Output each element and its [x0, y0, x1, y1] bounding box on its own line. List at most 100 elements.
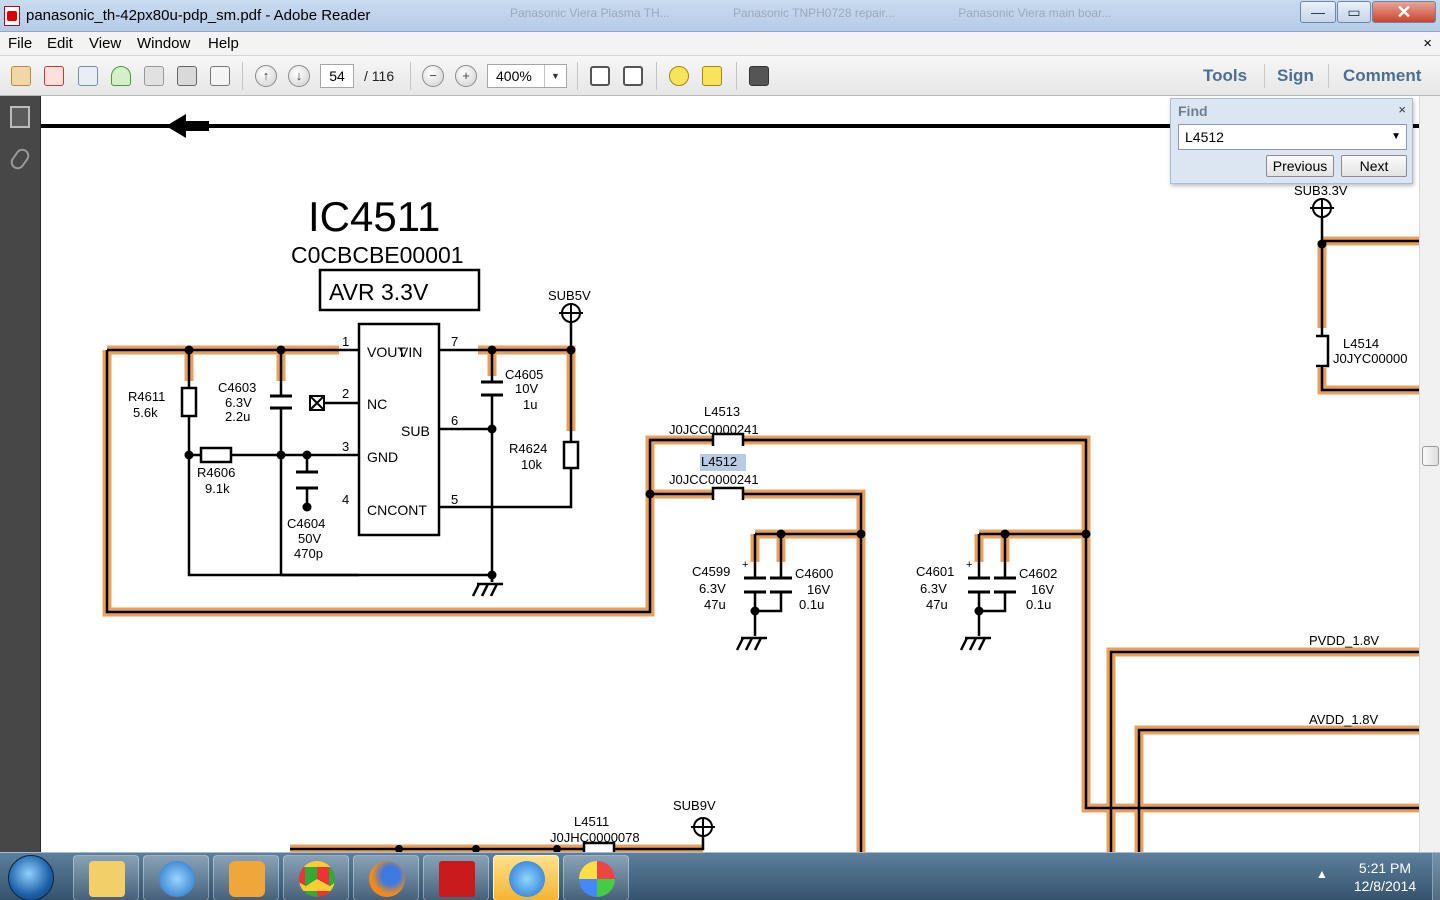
c4599-polarity: + — [742, 559, 749, 571]
adobe-reader-window: panasonic_th-42px80u-pdp_sm.pdf - Adobe … — [0, 0, 1440, 900]
sticky-note-icon[interactable] — [669, 66, 689, 86]
find-panel-title: Find — [1178, 103, 1208, 119]
taskbar-chrome[interactable] — [283, 855, 349, 900]
clock-date: 12/8/2014 — [1353, 878, 1417, 894]
scrollbar-thumb[interactable] — [1422, 446, 1439, 466]
chrome-icon — [299, 861, 335, 897]
net-label-sub3v3: SUB3.3V — [1294, 183, 1348, 198]
sign-pane-button[interactable]: Sign — [1277, 66, 1314, 86]
start-button-icon[interactable] — [8, 855, 54, 900]
minimize-button[interactable]: — — [1300, 1, 1336, 23]
attachments-paperclip-icon[interactable] — [7, 145, 33, 173]
paint-palette-icon — [579, 861, 615, 897]
r4606-symbol — [199, 446, 233, 464]
c4602-symbol — [994, 576, 1016, 594]
vertical-scrollbar[interactable] — [1419, 96, 1440, 852]
find-next-button[interactable]: Next — [1341, 155, 1407, 177]
maximize-button[interactable]: ▭ — [1337, 1, 1371, 23]
c4603-symbol — [270, 394, 292, 410]
taskbar-explorer[interactable] — [73, 855, 139, 900]
c4603-name: C4603 — [218, 380, 257, 395]
edit-pdf-icon[interactable] — [78, 66, 98, 86]
adobe-reader-icon — [439, 861, 475, 897]
tools-pane-button[interactable]: Tools — [1203, 66, 1247, 86]
next-page-button[interactable]: ↓ — [288, 65, 310, 87]
r4611-name: R4611 — [128, 389, 166, 404]
net-label-sub9v: SUB9V — [673, 798, 716, 813]
ghost-tab: Panasonic TNPH0728 repair... — [732, 6, 895, 20]
pin-label-sub: SUB — [401, 423, 430, 439]
sub9v-cross — [691, 818, 715, 836]
c4604-symbol — [296, 470, 318, 490]
taskbar-internet-explorer[interactable] — [143, 855, 209, 900]
menu-edit[interactable]: Edit — [47, 35, 73, 52]
trace-avdd — [1134, 725, 1419, 852]
taskbar-media-player[interactable] — [213, 855, 279, 900]
chevron-down-icon[interactable]: ▼ — [1391, 125, 1401, 149]
pin-number: 1 — [342, 334, 350, 349]
taskbar-adobe-reader[interactable] — [423, 855, 489, 900]
page-number-input[interactable]: 54 — [320, 64, 354, 88]
c4599-name: C4599 — [692, 564, 731, 579]
create-pdf-icon[interactable] — [44, 66, 64, 86]
taskbar-firefox[interactable] — [353, 855, 419, 900]
wire-avdd — [1137, 728, 1419, 852]
toolbar-divider — [736, 62, 737, 90]
previous-page-button[interactable]: ↑ — [255, 65, 277, 87]
close-icon[interactable]: × — [1398, 102, 1406, 117]
c4602-name: C4602 — [1019, 566, 1058, 581]
find-input[interactable]: L4512 ▼ — [1178, 124, 1407, 150]
show-desktop-button[interactable] — [1432, 853, 1440, 900]
wire-ground-bus — [279, 573, 492, 577]
fit-page-icon[interactable] — [623, 66, 643, 86]
folder-icon — [89, 861, 125, 897]
upload-cloud-icon[interactable] — [111, 66, 131, 86]
find-previous-button[interactable]: Previous — [1266, 155, 1334, 177]
full-screen-icon[interactable] — [749, 66, 769, 86]
trace-c4599-c4600 — [750, 529, 861, 562]
pin-number: 2 — [342, 386, 350, 401]
comment-pane-button[interactable]: Comment — [1343, 66, 1421, 86]
toolbar-divider — [242, 62, 243, 90]
taskbar-paint[interactable] — [563, 855, 629, 900]
save-icon[interactable] — [144, 66, 164, 86]
show-hidden-icons[interactable]: ▲ — [1316, 867, 1328, 881]
net-label-avdd: AVDD_1.8V — [1309, 712, 1379, 727]
menu-help[interactable]: Help — [208, 35, 239, 52]
l4512-symbol — [711, 486, 745, 500]
menu-view[interactable]: View — [89, 35, 121, 52]
close-document-icon[interactable]: × — [1423, 35, 1432, 52]
r4624-name: R4624 — [509, 441, 548, 456]
inductor-symbols — [582, 334, 1330, 852]
close-window-button[interactable]: ✕ — [1372, 1, 1436, 23]
l4511-part: J0JHC0000078 — [550, 830, 640, 845]
highlight-text-icon[interactable] — [702, 66, 722, 86]
c4601-symbol — [968, 576, 990, 594]
menu-file[interactable]: File — [8, 35, 32, 52]
zoom-out-button[interactable]: − — [422, 65, 444, 87]
c4604-value: 470p — [294, 546, 323, 561]
fit-width-icon[interactable] — [590, 66, 610, 86]
email-icon[interactable] — [210, 66, 230, 86]
chevron-down-icon[interactable]: ▼ — [544, 65, 566, 87]
zoom-level-select[interactable]: 400% ▼ — [487, 64, 567, 88]
page-thumbnails-icon[interactable] — [10, 106, 30, 128]
system-clock[interactable]: 5:21 PM 12/8/2014 — [1340, 859, 1430, 895]
document-view[interactable]: IC4511 C0CBCBE00001 AVR 3.3V VOUT VIN NC… — [41, 96, 1419, 852]
c4605-value: 1u — [523, 397, 538, 412]
taskbar-itunes[interactable] — [493, 855, 559, 900]
r4611-symbol — [180, 386, 198, 418]
media-player-icon — [229, 861, 265, 897]
toolbar-divider — [577, 62, 578, 90]
ghost-tab: Panasonic Viera main boar... — [958, 6, 1112, 20]
pin-label-nc: NC — [367, 396, 388, 412]
print-icon[interactable] — [177, 66, 197, 86]
menu-window[interactable]: Window — [137, 35, 190, 52]
itunes-icon — [509, 861, 545, 897]
zoom-in-button[interactable]: + — [455, 65, 477, 87]
trace-l4514-out — [1317, 368, 1419, 395]
clock-time: 5:21 PM — [1358, 860, 1412, 876]
c4601-name: C4601 — [916, 564, 955, 579]
open-file-icon[interactable] — [11, 66, 31, 86]
sub5v-cross — [559, 304, 583, 322]
